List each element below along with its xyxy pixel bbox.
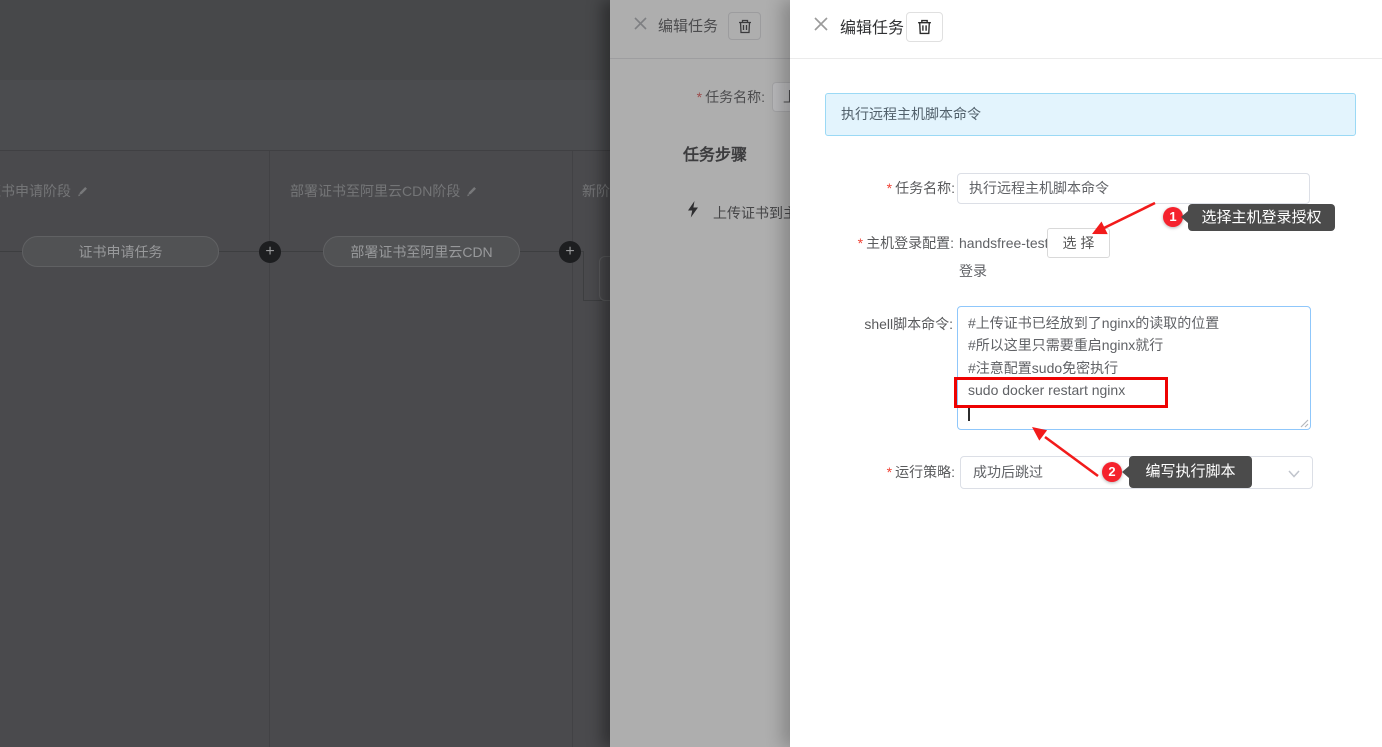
edit-pencil-icon[interactable]	[77, 186, 88, 197]
tooltip-arrow	[1122, 466, 1129, 478]
edit-pencil-icon[interactable]	[466, 186, 477, 197]
annotation-tooltip-1: 选择主机登录授权	[1188, 204, 1335, 231]
resize-handle[interactable]	[1298, 417, 1309, 428]
task-pill-cert-apply[interactable]: 证书申请任务	[22, 236, 219, 267]
shell-script-textarea[interactable]: #上传证书已经放到了nginx的读取的位置 #所以这里只需要重启nginx就行 …	[957, 306, 1311, 430]
shell-script-label: shell脚本命令:	[790, 313, 953, 335]
annotation-badge-1: 1	[1163, 207, 1183, 227]
stage-title-1: 证书申请阶段	[0, 182, 88, 200]
trash-icon	[917, 19, 932, 35]
lightning-icon	[687, 201, 699, 218]
tooltip-arrow	[1181, 211, 1188, 223]
task-name-label: *任务名称:	[790, 173, 955, 204]
task-step-item[interactable]: 上传证书到主	[713, 203, 797, 223]
delete-task-button[interactable]	[728, 12, 761, 40]
run-policy-label: *运行策略:	[790, 456, 955, 489]
highlight-box-sudo-command	[954, 377, 1168, 408]
add-task-button[interactable]: +	[259, 241, 281, 263]
delete-task-button[interactable]	[906, 12, 943, 42]
text-cursor	[968, 406, 970, 421]
add-task-button[interactable]: +	[559, 241, 581, 263]
required-mark: *	[697, 89, 702, 105]
task-connector-elbow	[583, 251, 584, 301]
task-name-label: *任务名称:	[610, 82, 765, 112]
host-login-value: handsfree-test	[959, 235, 1049, 251]
required-mark: *	[887, 180, 892, 196]
host-login-label: *主机登录配置:	[790, 228, 954, 258]
trash-icon	[738, 19, 752, 34]
drawer-divider	[610, 58, 790, 59]
required-mark: *	[858, 235, 863, 251]
drawer-divider	[790, 58, 1382, 59]
close-icon[interactable]	[814, 17, 828, 31]
chevron-down-icon	[1288, 470, 1300, 478]
drawer-title: 编辑任务	[658, 15, 718, 36]
annotation-tooltip-2: 编写执行脚本	[1129, 456, 1252, 488]
annotation-badge-2: 2	[1102, 462, 1122, 482]
screen: 证书申请阶段 部署证书至阿里云CDN阶段 新阶段 证书申请任务 部署证书至阿里云…	[0, 0, 1382, 747]
edit-task-drawer: 编辑任务 执行远程主机脚本命令 *任务名称: 执行远程主机脚本命令 *主机登录配…	[790, 0, 1382, 747]
required-mark: *	[887, 464, 892, 480]
host-login-value-wrap: 登录	[959, 261, 987, 281]
shell-line: #所以这里只需要重启nginx就行	[968, 337, 1163, 353]
stage-title-2: 部署证书至阿里云CDN阶段	[290, 182, 477, 200]
close-icon[interactable]	[634, 17, 647, 30]
annotation-arrow-1	[1085, 198, 1167, 246]
edit-task-drawer-background: 编辑任务 *任务名称: 上 任务步骤 上传证书到主	[610, 0, 790, 747]
task-pill-deploy-cdn[interactable]: 部署证书至阿里云CDN	[323, 236, 520, 267]
shell-line: #注意配置sudo免密执行	[968, 360, 1118, 376]
task-steps-heading: 任务步骤	[683, 141, 747, 165]
annotation-arrow-2	[1025, 418, 1110, 483]
shell-line: #上传证书已经放到了nginx的读取的位置	[968, 315, 1219, 331]
task-type-banner: 执行远程主机脚本命令	[825, 93, 1356, 136]
drawer-title: 编辑任务	[840, 14, 904, 38]
